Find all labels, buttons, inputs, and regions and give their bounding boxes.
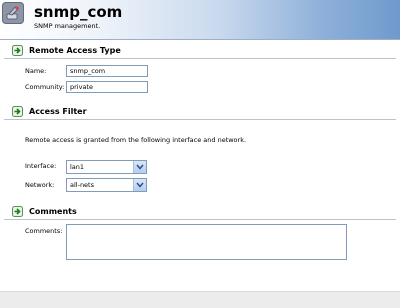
- name-field[interactable]: snmp_com: [66, 65, 148, 77]
- section-remote-access-type: Remote Access Type: [4, 45, 396, 57]
- section-heading-remote-access: Remote Access Type: [29, 46, 121, 55]
- comments-label: Comments:: [25, 227, 63, 235]
- section-heading-comments: Comments: [29, 207, 77, 216]
- section-comments: Comments: [4, 206, 396, 218]
- section-divider: [4, 58, 396, 59]
- interface-select[interactable]: lan1: [66, 160, 147, 174]
- section-access-filter: Access Filter: [4, 106, 396, 118]
- page-footer: [0, 291, 400, 308]
- access-filter-description: Remote access is granted from the follow…: [25, 136, 247, 144]
- comments-textarea[interactable]: [66, 224, 347, 260]
- interface-selected-value: lan1: [70, 163, 85, 171]
- chevron-down-icon[interactable]: [133, 161, 146, 173]
- network-label: Network:: [25, 181, 55, 189]
- name-label: Name:: [25, 67, 47, 75]
- page-subtitle: SNMP management.: [34, 22, 101, 30]
- section-divider: [4, 119, 396, 120]
- community-label: Community:: [25, 83, 65, 91]
- section-heading-access-filter: Access Filter: [29, 107, 87, 116]
- section-divider: [4, 219, 396, 220]
- page-title: snmp_com: [34, 3, 123, 21]
- chevron-down-icon[interactable]: [133, 179, 146, 191]
- header-divider: [0, 39, 400, 40]
- network-selected-value: all-nets: [70, 181, 94, 189]
- snmp-tool-icon: [2, 2, 24, 24]
- section-arrow-icon: [12, 206, 23, 217]
- network-select[interactable]: all-nets: [66, 178, 147, 192]
- section-arrow-icon: [12, 106, 23, 117]
- community-field[interactable]: private: [66, 81, 148, 93]
- interface-label: Interface:: [25, 162, 57, 170]
- section-arrow-icon: [12, 45, 23, 56]
- page-header: snmp_com SNMP management.: [0, 0, 400, 39]
